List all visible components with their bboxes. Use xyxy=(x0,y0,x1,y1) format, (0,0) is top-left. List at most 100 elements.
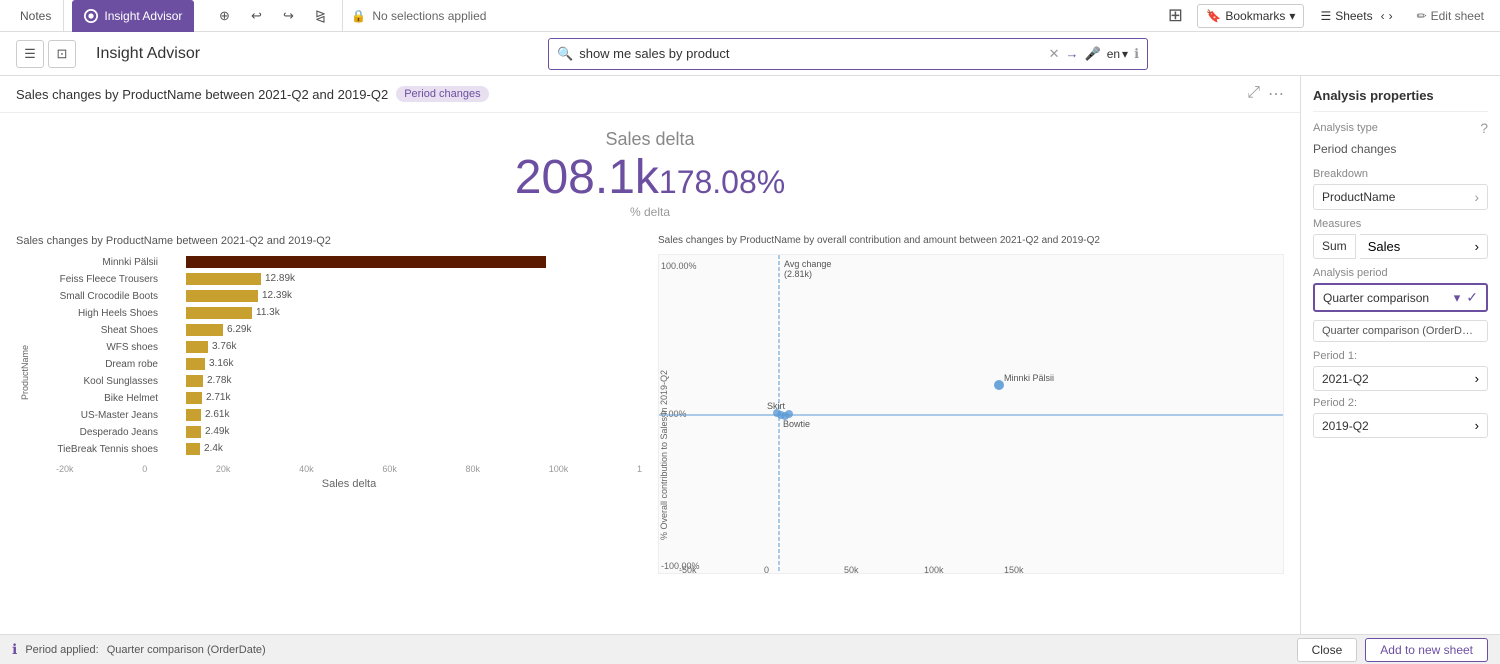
insight-icon xyxy=(84,9,98,23)
sheets-prev[interactable]: ‹ xyxy=(1381,9,1385,23)
bar-label-0: Minnki Pälsii xyxy=(34,257,164,268)
svg-text:150k: 150k xyxy=(1004,565,1024,574)
period1-value: 2021-Q2 xyxy=(1322,372,1369,386)
bar-row-minnki: Minnki Pälsii xyxy=(34,255,642,269)
svg-text:Skirt: Skirt xyxy=(767,401,785,411)
bar-row-dream: Dream robe 3.16k xyxy=(34,357,642,371)
no-selections-bar: 🔒 No selections applied xyxy=(342,0,494,32)
bottom-bar-actions: Close Add to new sheet xyxy=(1297,638,1488,662)
period-badge: Period changes xyxy=(396,86,488,102)
period2-selector[interactable]: 2019-Q2 › xyxy=(1313,413,1488,438)
svg-text:0: 0 xyxy=(764,565,769,574)
bar-row-heels: High Heels Shoes 11.3k xyxy=(34,306,642,320)
bar-5 xyxy=(186,341,208,353)
bar-8 xyxy=(186,392,202,404)
insight-advisor-tab[interactable]: Insight Advisor xyxy=(72,0,194,32)
bookmarks-button[interactable]: 🔖 Bookmarks ▾ xyxy=(1197,4,1304,28)
bar-chart-body: Minnki Pälsii Feiss Fleece Trousers 12.8… xyxy=(34,255,642,490)
period-select-chevron: ▾ xyxy=(1454,290,1461,306)
mic-icon[interactable]: 🎤 xyxy=(1085,46,1101,62)
breakdown-value: ProductName xyxy=(1322,190,1395,204)
charts-row: Sales changes by ProductName between 202… xyxy=(0,227,1300,634)
avg-change-label: Avg change xyxy=(784,259,831,269)
analysis-properties-title: Analysis properties xyxy=(1313,88,1488,103)
svg-text:100k: 100k xyxy=(924,565,944,574)
dot-bowtie xyxy=(785,410,793,418)
measures-sales-selector[interactable]: Sales › xyxy=(1360,234,1488,259)
period-select[interactable]: Quarter comparison ▾ ✓ xyxy=(1313,283,1488,312)
panel-right-toggle[interactable]: ⊡ xyxy=(48,40,76,68)
bar-value-10: 2.49k xyxy=(205,426,229,437)
bar-label-1: Feiss Fleece Trousers xyxy=(34,274,164,285)
bar-row-desperado: Desperado Jeans 2.49k xyxy=(34,425,642,439)
bottom-bar: ℹ Period applied: Quarter comparison (Or… xyxy=(0,634,1500,664)
panel-toggle: ☰ ⊡ xyxy=(16,40,76,68)
avg-change-sub: (2.81k) xyxy=(784,269,812,279)
breakdown-label: Breakdown xyxy=(1313,168,1488,180)
bar-row-bike: Bike Helmet 2.71k xyxy=(34,391,642,405)
bar-label-8: Bike Helmet xyxy=(34,393,164,404)
search-tools: ✕ → 🎤 en ▾ ℹ xyxy=(1049,46,1139,62)
info-icon[interactable]: ℹ xyxy=(1134,46,1139,62)
filter-icon[interactable]: ⧎ xyxy=(306,2,334,30)
clear-icon[interactable]: ✕ xyxy=(1049,46,1060,62)
delta-sub: % delta xyxy=(0,205,1300,219)
undo-icon[interactable]: ↩ xyxy=(242,2,270,30)
svg-text:Bowtie: Bowtie xyxy=(783,419,810,429)
chart-header-right: ⤢ ⋯ xyxy=(1247,84,1284,104)
analysis-type-help-icon[interactable]: ? xyxy=(1480,120,1488,136)
bar-label-5: WFS shoes xyxy=(34,342,164,353)
search-submit-icon[interactable]: → xyxy=(1066,46,1079,61)
delta-value: 208.1k xyxy=(515,151,659,204)
notes-label: Notes xyxy=(20,9,51,23)
period2-chevron: › xyxy=(1475,418,1479,433)
more-icon[interactable]: ⋯ xyxy=(1268,84,1284,104)
second-bar: ☰ ⊡ Insight Advisor 🔍 ✕ → 🎤 en ▾ ℹ xyxy=(0,32,1500,76)
bar-value-8: 2.71k xyxy=(206,392,230,403)
edit-sheet-button[interactable]: ✏ Edit sheet xyxy=(1409,5,1492,27)
expand-icon[interactable]: ⤢ xyxy=(1247,84,1260,104)
magnify-icon[interactable]: ⊕ xyxy=(210,2,238,30)
language-selector[interactable]: en ▾ xyxy=(1107,47,1128,61)
top-bar-right: ⊞ 🔖 Bookmarks ▾ ☰ Sheets ‹ › ✏ Edit shee… xyxy=(1161,2,1492,30)
sheets-next[interactable]: › xyxy=(1389,9,1393,23)
period-option-label: Quarter comparison (OrderD… xyxy=(1322,325,1473,337)
measures-sum: Sum xyxy=(1313,234,1356,259)
period1-selector[interactable]: 2021-Q2 › xyxy=(1313,366,1488,391)
bar-value-4: 6.29k xyxy=(227,324,251,335)
panel-left-toggle[interactable]: ☰ xyxy=(16,40,44,68)
sheets-button[interactable]: ☰ Sheets ‹ › xyxy=(1312,5,1400,27)
bar-3 xyxy=(186,307,252,319)
add-to-sheet-button[interactable]: Add to new sheet xyxy=(1365,638,1488,662)
tick-3: 40k xyxy=(299,464,314,474)
no-selections-text: No selections applied xyxy=(372,9,486,23)
grid-icon[interactable]: ⊞ xyxy=(1161,2,1189,30)
bar-row-small: Small Crocodile Boots 12.39k xyxy=(34,289,642,303)
tick-2: 20k xyxy=(216,464,231,474)
search-input[interactable] xyxy=(579,46,1048,61)
tick-1: 0 xyxy=(142,464,147,474)
bar-label-2: Small Crocodile Boots xyxy=(34,291,164,302)
close-button[interactable]: Close xyxy=(1297,638,1358,662)
page-title: Insight Advisor xyxy=(96,45,200,63)
period1-label: Period 1: xyxy=(1313,350,1488,362)
bar-row-wfs: WFS shoes 3.76k xyxy=(34,340,642,354)
svg-text:-50k: -50k xyxy=(679,565,697,574)
measures-label: Measures xyxy=(1313,218,1488,230)
breakdown-selector[interactable]: ProductName › xyxy=(1313,184,1488,210)
sheets-label: Sheets xyxy=(1335,9,1372,23)
bar-9 xyxy=(186,409,201,421)
chart-title: Sales changes by ProductName between 202… xyxy=(16,87,388,102)
redo-icon[interactable]: ↪ xyxy=(274,2,302,30)
bar-0 xyxy=(186,256,546,268)
period1-chevron: › xyxy=(1475,371,1479,386)
measures-row: Sum Sales › xyxy=(1313,234,1488,259)
delta-pct: 178.08% xyxy=(659,164,785,200)
notes-tab[interactable]: Notes xyxy=(8,0,64,32)
bar-value-9: 2.61k xyxy=(205,409,229,420)
bar-6 xyxy=(186,358,205,370)
search-box: 🔍 ✕ → 🎤 en ▾ ℹ xyxy=(548,38,1148,70)
bar-chart-title: Sales changes by ProductName between 202… xyxy=(16,235,642,247)
bar-x-label: Sales delta xyxy=(56,478,642,490)
tick-5: 80k xyxy=(466,464,481,474)
